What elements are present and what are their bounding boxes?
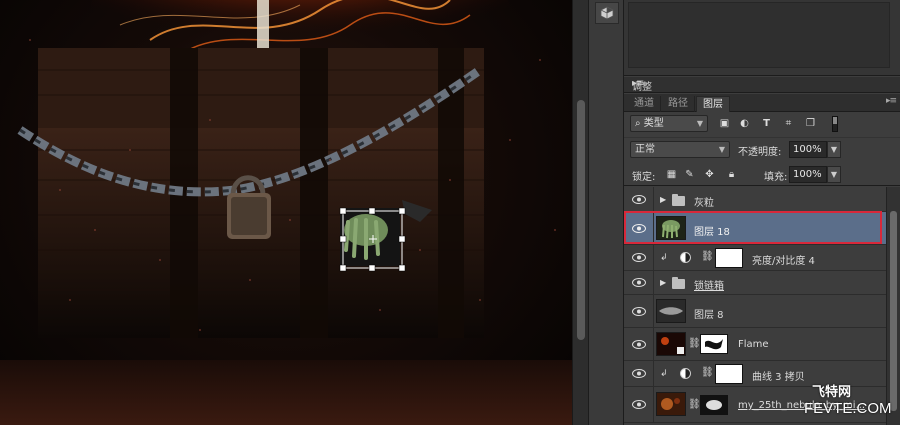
visibility-eye-icon[interactable] [624, 212, 654, 244]
layer-mask-thumbnail[interactable] [715, 248, 743, 268]
folder-icon [672, 277, 685, 289]
chain-link-icon[interactable]: ⛓︎ [688, 338, 701, 349]
visibility-eye-icon[interactable] [624, 245, 654, 270]
layer-thumbnail[interactable] [656, 299, 686, 323]
layer-thumbnail[interactable] [656, 392, 686, 416]
fill-input[interactable]: 100% [789, 166, 827, 183]
pixel-filter-icon[interactable]: ▣ [718, 117, 731, 130]
layer-mask-thumbnail[interactable] [700, 395, 728, 415]
smart-object-filter-icon[interactable]: ❐ [804, 117, 817, 130]
adjustment-filter-icon[interactable]: ◐ [738, 117, 751, 130]
panel-tab-bar: 通道 路径 图层 ▸≡ [624, 94, 900, 112]
visibility-eye-icon[interactable] [624, 361, 654, 386]
canvas-scroll-thumb[interactable] [577, 100, 585, 340]
layer-name[interactable]: 图层 18 [694, 223, 730, 238]
layer-filter-select[interactable]: ⌕ 类型 ▼ [630, 115, 708, 132]
clipping-arrow-icon: ↲ [660, 253, 668, 263]
lock-image-brush-icon[interactable]: ✎ [684, 169, 695, 180]
adjustments-panel-header[interactable]: 调整 ▸≡ [624, 77, 900, 93]
layers-panel-menu-icon[interactable]: ▸≡ [886, 96, 897, 106]
blend-row: 正常 ▼ 不透明度: 100% ▼ [624, 137, 900, 161]
layer-name[interactable]: 亮度/对比度 4 [752, 252, 815, 267]
visibility-eye-icon[interactable] [624, 328, 654, 360]
opacity-dropdown-button[interactable]: ▼ [827, 141, 841, 158]
lock-label: 锁定: [632, 172, 656, 183]
visibility-eye-icon[interactable] [624, 271, 654, 294]
chain-link-icon[interactable]: ⛓︎ [688, 399, 701, 410]
layers-scroll-thumb[interactable] [890, 211, 897, 411]
layers-panel-group: 调整 ▸≡ 通道 路径 图层 ▸≡ ⌕ 类型 ▼ ▣ ◐ T ⌗ ❐ 正常 ▼ … [624, 0, 900, 425]
canvas-vertical-scrollbar[interactable] [572, 0, 588, 425]
top-panel-area [624, 0, 900, 76]
layer-mask-thumbnail[interactable] [700, 334, 728, 354]
blend-mode-select[interactable]: 正常 ▼ [630, 141, 730, 158]
visibility-eye-icon[interactable] [624, 187, 654, 211]
document-canvas[interactable] [0, 0, 572, 425]
filter-toggle-switch[interactable] [832, 116, 838, 132]
chain-link-icon[interactable]: ⛓︎ [701, 367, 714, 378]
panel-menu-icon[interactable]: ▸≡ [632, 78, 896, 89]
opacity-label: 不透明度: [738, 147, 782, 158]
artwork [0, 0, 572, 425]
blend-mode-value: 正常 [635, 144, 655, 155]
layer-row-masked[interactable]: ⛓︎ Flame [624, 328, 886, 361]
layer-name[interactable]: 灰粒 [694, 194, 714, 209]
layer-filter-value: 类型 [643, 118, 664, 129]
layer-row-pixel[interactable]: 图层 8 [624, 295, 886, 328]
clipping-arrow-icon: ↲ [660, 369, 668, 379]
fill-dropdown-button[interactable]: ▼ [827, 166, 841, 183]
adjustment-layer-icon [680, 252, 691, 263]
layer-name[interactable]: 图层 8 [694, 306, 724, 321]
chevron-down-icon: ▼ [696, 119, 703, 128]
tab-paths[interactable]: 路径 [662, 96, 695, 112]
layer-thumbnail[interactable] [656, 332, 686, 356]
folder-icon [672, 194, 685, 206]
visibility-eye-icon[interactable] [624, 295, 654, 327]
layer-name[interactable]: 锁链箱 [694, 277, 724, 292]
expand-triangle-icon[interactable]: ▶ [660, 278, 666, 287]
expand-triangle-icon[interactable]: ▶ [660, 195, 666, 204]
layer-filter-row: ⌕ 类型 ▼ ▣ ◐ T ⌗ ❐ [624, 113, 900, 135]
layer-thumbnail[interactable] [656, 216, 686, 240]
lock-all-padlock-icon[interactable]: 🔒︎ [726, 169, 737, 180]
tab-layers[interactable]: 图层 [696, 96, 730, 112]
type-filter-icon[interactable]: T [760, 117, 773, 130]
watermark-chinese: 飞特网 [812, 385, 852, 400]
top-panel-content [628, 2, 890, 68]
lock-row: 锁定: ▦ ✎ ✥ 🔒︎ 填充: 100% ▼ [624, 162, 900, 186]
layer-mask-thumbnail[interactable] [715, 364, 743, 384]
layer-name[interactable]: Flame [738, 339, 769, 350]
layer-row-adjustment[interactable]: ↲ ⛓︎ 亮度/对比度 4 [624, 245, 886, 271]
layer-name[interactable]: 曲线 3 拷贝 [752, 368, 805, 383]
chevron-down-icon: ▼ [718, 145, 725, 154]
adjustment-layer-icon [680, 368, 691, 379]
panel-dock-strip [588, 0, 624, 425]
layer-row-selected[interactable]: 图层 18 [624, 212, 886, 245]
fill-label: 填充: [764, 172, 788, 183]
3d-cube-icon[interactable] [595, 2, 619, 24]
visibility-eye-icon[interactable] [624, 387, 654, 422]
layer-row-group[interactable]: ▶ 锁链箱 [624, 271, 886, 295]
layers-vertical-scrollbar[interactable] [886, 187, 900, 425]
lock-transparency-icon[interactable]: ▦ [666, 169, 677, 180]
layer-row-group[interactable]: ▶ 灰粒 [624, 187, 886, 212]
chain-link-icon[interactable]: ⛓︎ [701, 251, 714, 262]
lock-position-move-icon[interactable]: ✥ [704, 169, 715, 180]
opacity-input[interactable]: 100% [789, 141, 827, 158]
shape-filter-icon[interactable]: ⌗ [782, 117, 795, 130]
search-icon: ⌕ [635, 118, 641, 129]
tab-channels[interactable]: 通道 [628, 96, 661, 112]
watermark-latin: FEVTE.COM [804, 400, 892, 417]
